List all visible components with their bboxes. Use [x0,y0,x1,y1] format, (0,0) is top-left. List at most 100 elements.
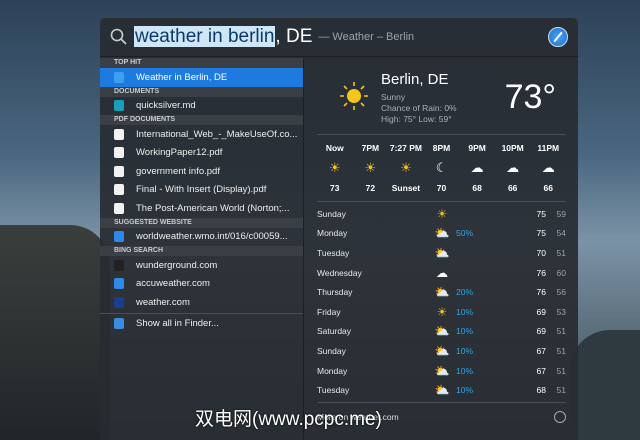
day-weather-icon: ⛅ [434,226,450,241]
section-header: BING SEARCH [100,246,303,256]
day-row: Sunday ⛅ 10% 67 51 [317,341,566,361]
day-row: Thursday ⛅ 20% 76 56 [317,282,566,302]
hour-time: 9PM [468,143,486,154]
hour-temp: 70 [436,182,447,193]
search-icon [110,28,127,45]
result-label: WorkingPaper12.pdf [136,147,223,159]
hour-temp: 72 [365,182,376,193]
hour-time: Now [325,143,344,154]
day-row: Tuesday ⛅ 10% 68 51 [317,380,566,400]
hour-time: 11PM [537,143,560,154]
condition: Sunny [381,92,406,102]
result-item[interactable]: Weather in Berlin, DE [100,68,303,87]
day-low: 53 [556,306,566,317]
result-label: quicksilver.md [136,100,196,112]
day-name: Sunday [317,345,346,356]
day-name: Saturday [317,326,352,337]
day-row: Sunday ☀ 75 59 [317,204,566,224]
day-high: 69 [536,306,546,317]
hour-time: 7:27 PM [389,143,422,154]
day-high: 69 [536,326,546,337]
hour-time: 10PM [501,143,524,154]
safari-icon [114,231,124,243]
hour-weather-icon: ☀ [400,159,412,175]
spotlight-window: weather in berlin, DE — Weather – Berlin… [100,18,578,440]
precip-chance: 20% [456,287,474,298]
divider [100,312,303,314]
section-header: PDF DOCUMENTS [100,115,303,125]
result-item[interactable]: weather.com [100,293,303,312]
precip-chance: 10% [456,306,474,317]
day-high: 68 [536,385,546,396]
day-weather-icon: ☀ [436,304,448,319]
result-item[interactable]: wunderground.com [100,256,303,275]
day-row: Friday ☀ 10% 69 53 [317,302,566,322]
result-item[interactable]: Final - With Insert (Display).pdf [100,181,303,200]
day-low: 60 [556,267,566,278]
day-high: 67 [536,365,546,376]
wunderground-icon [114,259,124,271]
result-item[interactable]: worldweather.wmo.int/016/c00059... [100,228,303,247]
result-label: government info.pdf [136,165,220,177]
hour-item: 9PM ☁ 68 [459,135,495,201]
precip-chance: 10% [456,385,474,396]
hour-item: 7PM ☀ 72 [353,135,389,201]
hour-weather-icon: ☁ [506,159,520,175]
day-high: 76 [536,267,546,278]
pdf-icon [114,184,124,196]
day-high: 75 [536,208,546,219]
daily-forecast: Sunday ☀ 75 59 Monday ⛅ 50% 75 54 Tuesday ⛅ 70 51 Wed… [317,202,566,400]
results-list: TOP HIT Weather in Berlin, DE DOCUMENTS qui… [100,58,304,440]
day-weather-icon: ⛅ [434,245,450,260]
safari-icon[interactable] [548,27,568,47]
search-hint: — Weather – Berlin [318,31,415,43]
day-low: 51 [556,247,566,258]
search-input[interactable]: weather in berlin, DE [134,26,312,48]
day-weather-icon: ⛅ [434,324,450,339]
day-name: Sunday [317,208,346,219]
result-label: The Post-American World (Norton;... [136,202,290,214]
day-name: Thursday [317,287,353,298]
hour-item: 8PM ☾ 70 [424,135,460,201]
section-header: TOP HIT [100,58,303,68]
day-low: 54 [556,228,566,239]
precip-chance: 10% [456,365,474,376]
result-label: accuweather.com [136,278,210,290]
day-name: Tuesday [317,385,350,396]
result-item[interactable]: WorkingPaper12.pdf [100,144,303,163]
day-high: 70 [536,247,546,258]
hour-time: 8PM [432,143,451,154]
markdown-icon [114,100,124,112]
result-item[interactable]: The Post-American World (Norton;... [100,199,303,218]
show-all-in-finder[interactable]: Show all in Finder... [100,315,303,334]
day-name: Monday [317,365,348,376]
result-label: International_Web_-_MakeUseOf.co... [136,128,298,140]
day-weather-icon: ☀ [436,206,448,221]
day-name: Wednesday [317,267,362,278]
day-high: 67 [536,345,546,356]
background-rock [570,330,640,440]
hour-item: 10PM ☁ 66 [495,135,531,201]
hour-item: 11PM ☁ 66 [530,135,566,201]
search-bar[interactable]: weather in berlin, DE — Weather – Berlin [100,18,578,57]
hour-temp: 73 [330,182,340,193]
hour-weather-icon: ☀ [328,159,341,175]
hour-weather-icon: ☀ [364,159,377,175]
weather-icon [114,71,124,83]
result-label: worldweather.wmo.int/016/c00059... [136,231,288,243]
result-item[interactable]: government info.pdf [100,162,303,181]
finder-icon [114,318,124,330]
show-all-label: Show all in Finder... [136,318,219,330]
day-weather-icon: ⛅ [434,285,450,300]
compass-icon[interactable] [554,411,566,424]
pdf-icon [114,165,124,177]
day-high: 75 [536,228,546,239]
precip-chance: 10% [456,326,474,337]
result-item[interactable]: accuweather.com [100,275,303,294]
precip-chance: 50% [456,228,474,239]
day-low: 59 [556,208,566,219]
result-item[interactable]: International_Web_-_MakeUseOf.co... [100,125,303,144]
hour-item: Now ☀ 73 [317,135,353,201]
day-name: Tuesday [317,247,350,258]
result-item[interactable]: quicksilver.md [100,97,303,116]
